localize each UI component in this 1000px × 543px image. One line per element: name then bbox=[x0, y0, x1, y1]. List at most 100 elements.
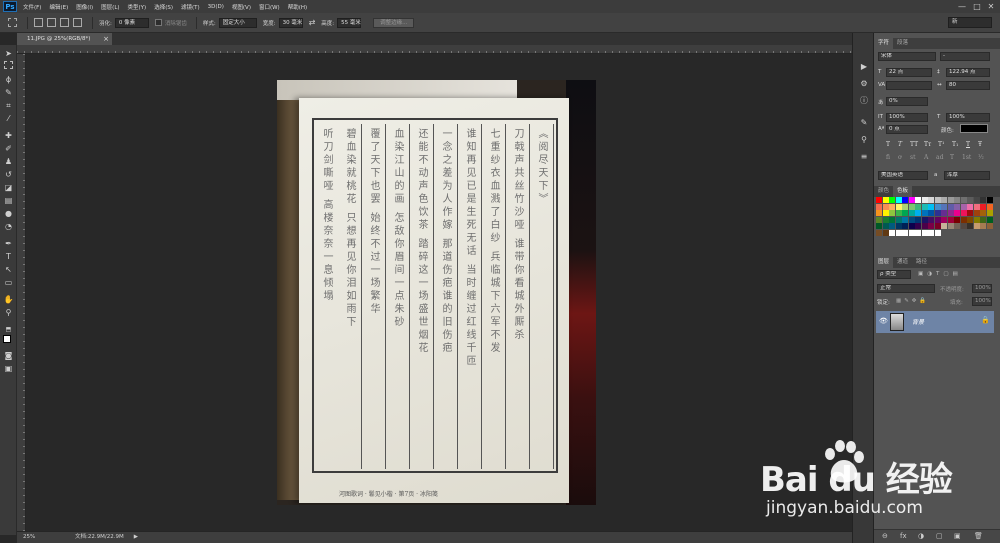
color-swatch[interactable] bbox=[889, 229, 895, 236]
intersect-selection-icon[interactable] bbox=[73, 18, 82, 27]
color-swatch[interactable] bbox=[973, 203, 980, 210]
color-swatch[interactable] bbox=[954, 203, 960, 210]
color-swatch[interactable] bbox=[876, 197, 882, 203]
color-swatch[interactable] bbox=[908, 210, 915, 216]
color-swatch[interactable] bbox=[876, 229, 882, 236]
color-swatch[interactable] bbox=[915, 203, 921, 210]
swash-button[interactable]: A bbox=[924, 154, 928, 161]
titling-alt-button[interactable]: T bbox=[950, 154, 954, 161]
zoom-tool-icon[interactable]: ⚲ bbox=[3, 307, 14, 318]
kerning-input[interactable] bbox=[886, 81, 932, 90]
opacity-input[interactable]: 100% bbox=[972, 284, 992, 293]
info-icon[interactable]: ⓘ bbox=[858, 95, 870, 107]
maximize-button[interactable]: □ bbox=[971, 1, 983, 12]
color-swatch[interactable] bbox=[882, 223, 889, 229]
quick-mask-icon[interactable]: ◙ bbox=[3, 350, 14, 361]
color-swatch[interactable] bbox=[895, 223, 902, 229]
fill-input[interactable]: 100% bbox=[972, 297, 992, 306]
zoom-level[interactable]: 25% bbox=[17, 532, 55, 543]
color-swatch[interactable] bbox=[882, 216, 889, 223]
color-swatch[interactable] bbox=[928, 223, 934, 229]
text-color-swatch[interactable] bbox=[960, 124, 988, 133]
color-swatch[interactable] bbox=[928, 197, 934, 203]
color-swatch[interactable] bbox=[928, 216, 934, 223]
menu-view[interactable]: 视图(V) bbox=[232, 3, 251, 11]
antialias-select[interactable]: 浑厚 bbox=[944, 171, 990, 180]
language-select[interactable]: 美国英语 bbox=[878, 171, 928, 180]
color-swatch[interactable] bbox=[941, 203, 947, 210]
faux-bold-button[interactable]: T bbox=[886, 141, 890, 148]
clone-stamp-tool-icon[interactable]: ♟ bbox=[3, 156, 14, 167]
color-swatch[interactable] bbox=[973, 197, 980, 203]
history-icon[interactable]: ▶ bbox=[858, 61, 870, 73]
status-menu-arrow-icon[interactable]: ▶ bbox=[134, 532, 138, 543]
tab-color[interactable]: 颜色 bbox=[874, 186, 893, 197]
workspace-select[interactable]: 新 bbox=[948, 17, 992, 28]
menu-filter[interactable]: 滤镜(T) bbox=[181, 3, 200, 11]
font-family-select[interactable]: 宋体 bbox=[878, 52, 936, 61]
foreground-color-swatch[interactable] bbox=[3, 335, 11, 343]
color-swatch[interactable] bbox=[928, 203, 934, 210]
marquee-tool-icon[interactable] bbox=[8, 18, 17, 27]
color-swatch[interactable] bbox=[876, 216, 882, 223]
dodge-tool-icon[interactable]: ◔ bbox=[3, 221, 14, 232]
tab-layers[interactable]: 图层 bbox=[874, 257, 894, 268]
feather-input[interactable]: 0 像素 bbox=[114, 17, 149, 28]
color-swatch[interactable] bbox=[915, 216, 921, 223]
color-swatch[interactable] bbox=[986, 197, 993, 203]
horizontal-scale-input[interactable]: 100% bbox=[946, 113, 990, 122]
color-swatch[interactable] bbox=[967, 223, 973, 229]
color-swatch[interactable] bbox=[934, 223, 941, 229]
menu-help[interactable]: 帮助(H) bbox=[288, 3, 307, 11]
baseline-shift-input[interactable]: 0 点 bbox=[886, 125, 928, 134]
color-swatch[interactable] bbox=[954, 216, 960, 223]
color-swatch[interactable] bbox=[889, 197, 895, 203]
actions-icon[interactable]: ⚙ bbox=[858, 78, 870, 90]
small-caps-button[interactable]: Tт bbox=[924, 141, 931, 148]
color-swatch[interactable] bbox=[973, 216, 980, 223]
quick-select-tool-icon[interactable]: ✎ bbox=[3, 87, 14, 98]
color-swatch[interactable] bbox=[921, 197, 928, 203]
font-size-input[interactable]: 22 点 bbox=[886, 68, 932, 77]
color-swatch[interactable] bbox=[889, 216, 895, 223]
color-swatch[interactable] bbox=[895, 229, 902, 236]
crop-tool-icon[interactable]: ⌗ bbox=[3, 100, 14, 111]
color-swatch[interactable] bbox=[882, 203, 889, 210]
color-swatch[interactable] bbox=[921, 229, 928, 236]
color-swatch[interactable] bbox=[947, 223, 954, 229]
color-swatch[interactable] bbox=[967, 216, 973, 223]
color-swatch[interactable] bbox=[947, 216, 954, 223]
color-swatch[interactable] bbox=[967, 197, 973, 203]
strikethrough-button[interactable]: Ŧ bbox=[978, 141, 982, 148]
color-swatch[interactable] bbox=[908, 197, 915, 203]
color-swatch[interactable] bbox=[921, 216, 928, 223]
trash-icon[interactable]: 🗑 bbox=[974, 532, 983, 540]
eraser-tool-icon[interactable]: ◪ bbox=[3, 182, 14, 193]
group-icon[interactable]: ▢ bbox=[936, 532, 943, 540]
menu-select[interactable]: 选择(S) bbox=[154, 3, 173, 11]
ordinals-button[interactable]: 1st bbox=[962, 154, 971, 161]
color-swatch[interactable] bbox=[895, 197, 902, 203]
color-swatch[interactable] bbox=[902, 197, 908, 203]
color-swatch[interactable] bbox=[967, 210, 973, 216]
color-swatch[interactable] bbox=[973, 223, 980, 229]
color-swatch[interactable] bbox=[902, 216, 908, 223]
tab-swatches[interactable]: 色板 bbox=[893, 186, 913, 197]
color-swatch[interactable] bbox=[902, 229, 908, 236]
color-swatch[interactable] bbox=[941, 223, 947, 229]
color-swatch[interactable] bbox=[876, 203, 882, 210]
add-selection-icon[interactable] bbox=[47, 18, 56, 27]
document-tab[interactable]: 11.JPG @ 25%(RGB/8*) × bbox=[17, 33, 112, 45]
color-swatch[interactable] bbox=[889, 203, 895, 210]
color-swatch[interactable] bbox=[960, 223, 967, 229]
color-swatch[interactable] bbox=[921, 203, 928, 210]
color-swatch[interactable] bbox=[934, 216, 941, 223]
minimize-button[interactable]: — bbox=[956, 1, 968, 12]
new-selection-icon[interactable] bbox=[34, 18, 43, 27]
color-swatch[interactable] bbox=[986, 210, 993, 216]
refine-edge-button[interactable]: 调整边缘... bbox=[373, 17, 415, 28]
color-swatch[interactable] bbox=[895, 203, 902, 210]
ligature-button[interactable]: fi bbox=[886, 154, 890, 161]
all-caps-button[interactable]: TT bbox=[910, 141, 918, 148]
adjustments-icon[interactable]: ≡ bbox=[858, 151, 870, 163]
